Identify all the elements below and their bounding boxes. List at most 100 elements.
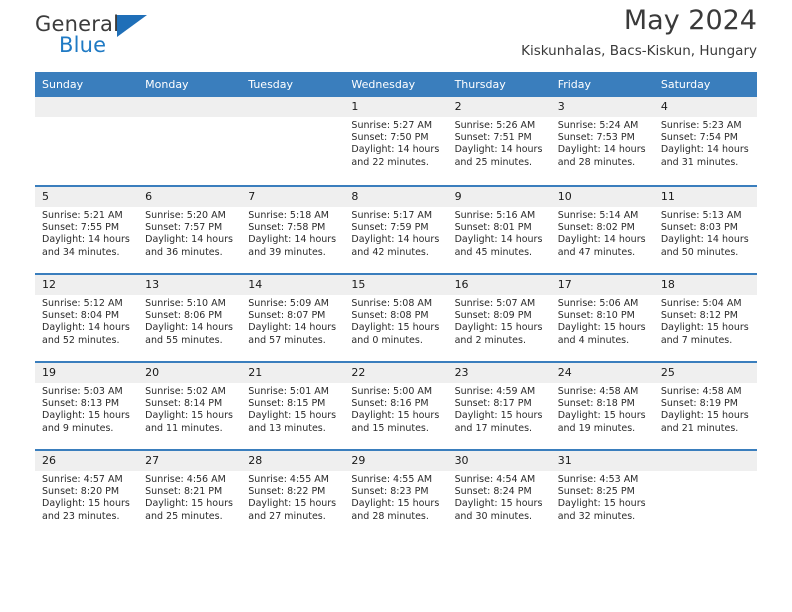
daylight-text-line1: Daylight: 15 hours [660,410,749,422]
day-cell[interactable]: 15 Sunrise: 5:08 AM Sunset: 8:08 PM Dayl… [344,275,448,361]
daylight-text-line1: Daylight: 14 hours [454,144,543,156]
weekday-sunday: Sunday [42,78,84,91]
sunset-text: Sunset: 7:58 PM [248,222,326,234]
sunset-text: Sunset: 8:07 PM [248,310,326,322]
day-cell[interactable]: 31 Sunrise: 4:53 AM Sunset: 8:25 PM Dayl… [550,451,654,537]
sunrise-text: Sunrise: 4:57 AM [42,474,123,485]
day-cell[interactable]: 3 Sunrise: 5:24 AM Sunset: 7:53 PM Dayli… [550,97,654,185]
day-cell[interactable]: 27 Sunrise: 4:56 AM Sunset: 8:21 PM Dayl… [138,451,242,537]
day-cell[interactable]: 13 Sunrise: 5:10 AM Sunset: 8:06 PM Dayl… [138,275,242,361]
sunrise-text: Sunrise: 5:18 AM [248,210,329,221]
daylight-text-line2: and 25 minutes. [454,156,533,168]
day-cell[interactable]: 1 Sunrise: 5:27 AM Sunset: 7:50 PM Dayli… [344,97,448,185]
day-cell[interactable]: 26 Sunrise: 4:57 AM Sunset: 8:20 PM Dayl… [35,451,139,537]
sunrise-text: Sunrise: 4:56 AM [145,474,226,485]
daylight-text-line1: Daylight: 15 hours [351,498,440,510]
location-subtitle: Kiskunhalas, Bacs-Kiskun, Hungary [521,43,757,59]
day-cell[interactable]: 2 Sunrise: 5:26 AM Sunset: 7:51 PM Dayli… [447,97,551,185]
day-cell[interactable]: 21 Sunrise: 5:01 AM Sunset: 8:15 PM Dayl… [241,363,345,449]
sunset-text: Sunset: 8:20 PM [42,486,120,498]
day-number: 19 [35,363,139,383]
day-cell[interactable]: 7 Sunrise: 5:18 AM Sunset: 7:58 PM Dayli… [241,187,345,273]
day-info: Sunrise: 5:27 AM Sunset: 7:50 PM Dayligh… [344,117,447,169]
sunrise-text: Sunrise: 5:10 AM [145,298,226,309]
daylight-text-line2: and 11 minutes. [145,422,223,434]
weekday-thursday: Thursday [454,78,506,91]
sunset-text: Sunset: 8:15 PM [248,398,326,410]
daylight-text-line2: and 0 minutes. [351,334,423,346]
daylight-text-line2: and 52 minutes. [42,334,120,346]
day-info: Sunrise: 5:21 AM Sunset: 7:55 PM Dayligh… [35,207,138,259]
day-number: 25 [653,363,757,383]
day-cell [653,451,757,537]
day-cell[interactable]: 30 Sunrise: 4:54 AM Sunset: 8:24 PM Dayl… [447,451,551,537]
day-cell[interactable]: 10 Sunrise: 5:14 AM Sunset: 8:02 PM Dayl… [550,187,654,273]
day-info: Sunrise: 5:02 AM Sunset: 8:14 PM Dayligh… [138,383,241,435]
daylight-text-line1: Daylight: 15 hours [248,498,337,510]
day-number: 1 [344,97,448,117]
sunrise-text: Sunrise: 4:59 AM [454,386,536,397]
day-info: Sunrise: 5:26 AM Sunset: 7:51 PM Dayligh… [448,117,551,169]
day-cell[interactable]: 29 Sunrise: 4:55 AM Sunset: 8:23 PM Dayl… [344,451,448,537]
day-cell[interactable]: 12 Sunrise: 5:12 AM Sunset: 8:04 PM Dayl… [35,275,139,361]
sunset-text: Sunset: 7:59 PM [351,222,429,234]
daylight-text-line1: Daylight: 15 hours [351,410,440,422]
day-number: 21 [241,363,345,383]
triangle-icon [117,15,147,37]
daylight-text-line2: and 34 minutes. [42,246,120,258]
daylight-text-line1: Daylight: 14 hours [248,322,337,334]
sunrise-text: Sunrise: 4:58 AM [660,386,742,397]
sunrise-text: Sunrise: 5:20 AM [145,210,226,221]
sunset-text: Sunset: 7:57 PM [145,222,223,234]
daylight-text-line1: Daylight: 15 hours [42,410,130,422]
day-info: Sunrise: 5:10 AM Sunset: 8:06 PM Dayligh… [138,295,241,347]
sunset-text: Sunset: 8:09 PM [454,310,532,322]
sunrise-text: Sunrise: 5:16 AM [454,210,536,221]
day-cell[interactable]: 17 Sunrise: 5:06 AM Sunset: 8:10 PM Dayl… [550,275,654,361]
weekday-wednesday: Wednesday [351,78,416,91]
day-info: Sunrise: 5:18 AM Sunset: 7:58 PM Dayligh… [241,207,344,259]
day-cell[interactable]: 11 Sunrise: 5:13 AM Sunset: 8:03 PM Dayl… [653,187,757,273]
daylight-text-line2: and 55 minutes. [145,334,223,346]
general-blue-logo[interactable]: General Blue [35,12,255,68]
week-row: 26 Sunrise: 4:57 AM Sunset: 8:20 PM Dayl… [35,449,757,537]
day-info: Sunrise: 5:20 AM Sunset: 7:57 PM Dayligh… [138,207,241,259]
daylight-text-line1: Daylight: 15 hours [145,498,233,510]
sunrise-text: Sunrise: 5:08 AM [351,298,433,309]
day-info: Sunrise: 4:57 AM Sunset: 8:20 PM Dayligh… [35,471,138,523]
day-cell[interactable]: 23 Sunrise: 4:59 AM Sunset: 8:17 PM Dayl… [447,363,551,449]
daylight-text-line1: Daylight: 14 hours [454,234,543,246]
day-info: Sunrise: 4:59 AM Sunset: 8:17 PM Dayligh… [448,383,551,435]
daylight-text-line2: and 28 minutes. [557,156,636,168]
sunset-text: Sunset: 7:54 PM [660,132,738,144]
daylight-text-line2: and 25 minutes. [145,510,223,522]
sunset-text: Sunset: 8:22 PM [248,486,326,498]
day-cell[interactable]: 5 Sunrise: 5:21 AM Sunset: 7:55 PM Dayli… [35,187,139,273]
day-cell[interactable]: 18 Sunrise: 5:04 AM Sunset: 8:12 PM Dayl… [653,275,757,361]
day-cell[interactable]: 28 Sunrise: 4:55 AM Sunset: 8:22 PM Dayl… [241,451,345,537]
day-info: Sunrise: 5:16 AM Sunset: 8:01 PM Dayligh… [448,207,551,259]
day-cell[interactable]: 20 Sunrise: 5:02 AM Sunset: 8:14 PM Dayl… [138,363,242,449]
day-cell[interactable]: 9 Sunrise: 5:16 AM Sunset: 8:01 PM Dayli… [447,187,551,273]
day-cell[interactable]: 24 Sunrise: 4:58 AM Sunset: 8:18 PM Dayl… [550,363,654,449]
day-number: 7 [241,187,345,207]
day-cell[interactable]: 22 Sunrise: 5:00 AM Sunset: 8:16 PM Dayl… [344,363,448,449]
day-number: 8 [344,187,448,207]
day-number: 26 [35,451,139,471]
day-number: 12 [35,275,139,295]
day-cell[interactable]: 19 Sunrise: 5:03 AM Sunset: 8:13 PM Dayl… [35,363,139,449]
day-cell[interactable]: 4 Sunrise: 5:23 AM Sunset: 7:54 PM Dayli… [653,97,757,185]
day-cell[interactable]: 25 Sunrise: 4:58 AM Sunset: 8:19 PM Dayl… [653,363,757,449]
day-cell[interactable]: 14 Sunrise: 5:09 AM Sunset: 8:07 PM Dayl… [241,275,345,361]
day-cell[interactable]: 16 Sunrise: 5:07 AM Sunset: 8:09 PM Dayl… [447,275,551,361]
daylight-text-line1: Daylight: 15 hours [557,410,646,422]
daylight-text-line1: Daylight: 15 hours [454,410,543,422]
day-cell[interactable]: 8 Sunrise: 5:17 AM Sunset: 7:59 PM Dayli… [344,187,448,273]
day-number: 11 [653,187,757,207]
sunset-text: Sunset: 8:06 PM [145,310,223,322]
sunset-text: Sunset: 7:53 PM [557,132,635,144]
week-row: 1 Sunrise: 5:27 AM Sunset: 7:50 PM Dayli… [35,97,757,185]
day-number: 3 [550,97,654,117]
day-cell[interactable]: 6 Sunrise: 5:20 AM Sunset: 7:57 PM Dayli… [138,187,242,273]
day-info: Sunrise: 5:09 AM Sunset: 8:07 PM Dayligh… [241,295,344,347]
